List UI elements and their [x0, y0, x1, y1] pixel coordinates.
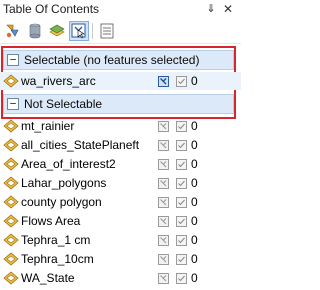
toc-titlebar: Table Of Contents ⇓ ✕ — [0, 0, 241, 18]
layer-name: Flows Area — [21, 214, 81, 228]
layer-symbol-icon — [3, 176, 19, 190]
layer-symbol-icon — [3, 214, 19, 228]
options-button[interactable] — [97, 21, 117, 41]
selected-count: 0 — [191, 214, 198, 228]
selected-count: 0 — [191, 74, 198, 88]
selected-count: 0 — [191, 252, 198, 266]
layer-symbol-icon — [3, 74, 19, 88]
layer-name: mt_rainier — [21, 119, 75, 133]
selected-count: 0 — [191, 138, 198, 152]
toggle-selectable-icon[interactable] — [158, 178, 169, 189]
layer-row[interactable]: Lahar_polygons 0 — [0, 174, 241, 192]
toolbar-separator — [92, 23, 93, 39]
collapse-toggle-icon[interactable]: − — [7, 98, 19, 110]
list-by-source-icon — [29, 23, 41, 39]
toggle-selectable-icon[interactable] — [158, 76, 169, 87]
layer-symbol-icon — [3, 157, 19, 171]
toggle-selectable-icon[interactable] — [158, 140, 169, 151]
list-by-selection-button[interactable] — [69, 21, 89, 41]
toc-toolbar — [0, 18, 241, 44]
list-by-drawing-order-button[interactable] — [3, 21, 23, 41]
list-by-selection-icon — [71, 23, 86, 39]
selected-count: 0 — [191, 233, 198, 247]
toggle-selectable-icon[interactable] — [158, 121, 169, 132]
window-title: Table Of Contents — [3, 2, 100, 16]
layer-row[interactable]: mt_rainier 0 — [0, 117, 241, 135]
layer-row[interactable]: Tephra_10cm 0 — [0, 250, 241, 268]
toggle-selectable-icon[interactable] — [158, 197, 169, 208]
selection-stats-icon[interactable] — [176, 121, 187, 132]
group-label: Not Selectable — [24, 97, 103, 111]
list-by-visibility-icon — [49, 24, 65, 37]
list-by-drawing-order-icon — [6, 24, 19, 38]
selection-stats-icon[interactable] — [176, 235, 187, 246]
toggle-selectable-icon[interactable] — [158, 216, 169, 227]
selection-stats-icon[interactable] — [176, 254, 187, 265]
selection-stats-icon[interactable] — [176, 197, 187, 208]
group-not-selectable[interactable]: − Not Selectable — [3, 94, 234, 114]
layer-symbol-icon — [3, 138, 19, 152]
collapse-toggle-icon[interactable]: − — [7, 54, 19, 66]
layer-row[interactable]: WA_State 0 — [0, 269, 241, 287]
layer-row[interactable]: all_cities_StatePlaneft 0 — [0, 136, 241, 154]
layer-row[interactable]: Area_of_interest2 0 — [0, 155, 241, 173]
group-selectable[interactable]: − Selectable (no features selected) — [3, 50, 234, 70]
selected-count: 0 — [191, 119, 198, 133]
list-by-visibility-button[interactable] — [47, 21, 67, 41]
layer-row[interactable]: county polygon 0 — [0, 193, 241, 211]
selection-stats-icon[interactable] — [176, 216, 187, 227]
layer-name: WA_State — [21, 271, 75, 285]
layer-name: Tephra_10cm — [21, 252, 94, 266]
toggle-selectable-icon[interactable] — [158, 159, 169, 170]
auto-hide-pin-icon[interactable]: ⇓ — [205, 2, 217, 16]
layer-symbol-icon — [3, 233, 19, 247]
layer-symbol-icon — [3, 271, 19, 285]
selection-stats-icon[interactable] — [176, 140, 187, 151]
layer-name: all_cities_StatePlaneft — [21, 138, 140, 152]
selection-stats-icon[interactable] — [176, 159, 187, 170]
layer-symbol-icon — [3, 252, 19, 266]
selected-count: 0 — [191, 271, 198, 285]
layer-name: Area_of_interest2 — [21, 157, 116, 171]
layer-name: wa_rivers_arc — [21, 74, 96, 88]
options-icon — [100, 23, 114, 39]
selected-count: 0 — [191, 157, 198, 171]
list-by-source-button[interactable] — [25, 21, 45, 41]
toggle-selectable-icon[interactable] — [158, 273, 169, 284]
layer-row[interactable]: Flows Area 0 — [0, 212, 241, 230]
selected-count: 0 — [191, 176, 198, 190]
layer-name: county polygon — [21, 195, 102, 209]
layer-row[interactable]: wa_rivers_arc 0 — [0, 72, 241, 90]
layer-row[interactable]: Tephra_1 cm 0 — [0, 231, 241, 249]
toggle-selectable-icon[interactable] — [158, 254, 169, 265]
selection-stats-icon[interactable] — [176, 76, 187, 87]
toggle-selectable-icon[interactable] — [158, 235, 169, 246]
group-label: Selectable (no features selected) — [24, 53, 200, 67]
layer-symbol-icon — [3, 195, 19, 209]
layer-symbol-icon — [3, 119, 19, 133]
selection-stats-icon[interactable] — [176, 178, 187, 189]
close-icon[interactable]: ✕ — [222, 2, 234, 16]
layer-name: Tephra_1 cm — [21, 233, 91, 247]
layer-name: Lahar_polygons — [21, 176, 107, 190]
selection-stats-icon[interactable] — [176, 273, 187, 284]
selected-count: 0 — [191, 195, 198, 209]
